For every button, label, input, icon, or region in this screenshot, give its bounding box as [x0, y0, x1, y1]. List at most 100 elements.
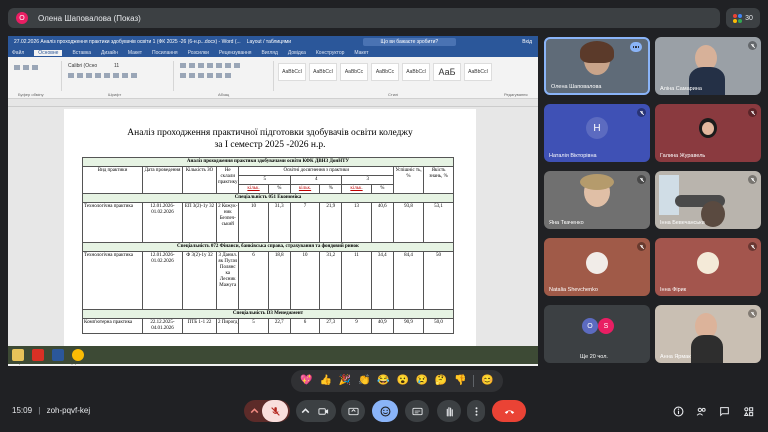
reaction-clap[interactable]: 👏: [358, 376, 370, 386]
clipboard-buttons[interactable]: [14, 65, 38, 70]
presenter-bar[interactable]: О Олена Шаповалова (Показ): [8, 8, 720, 28]
more-options-button[interactable]: [630, 42, 642, 52]
ruler: [8, 99, 538, 107]
separator: |: [38, 406, 41, 415]
row-success: 90,9: [393, 318, 424, 334]
tab-file[interactable]: Файл: [12, 50, 24, 56]
header-count: Кількість ЗО: [182, 166, 217, 194]
acrobat-icon[interactable]: [32, 349, 44, 361]
styles-gallery[interactable]: AaBbCcI AaBbCcI AaBbCc AaBbCc AaBbCcl Аа…: [278, 63, 492, 81]
info-icon[interactable]: [672, 405, 684, 417]
row-quality: 50: [423, 251, 454, 310]
reaction-party[interactable]: 🎉: [339, 376, 351, 386]
word-icon[interactable]: [52, 349, 64, 361]
mic-off-icon: [270, 406, 280, 416]
participant-tile[interactable]: Н Наталія Вікторівна: [544, 104, 650, 162]
tab-mailings[interactable]: Розсилки: [188, 50, 209, 56]
more-vertical-icon: [475, 406, 477, 416]
reaction-thumbs-up[interactable]: 👍: [320, 376, 332, 386]
word-window-title: 27.02.2026 Аналіз проходження практики з…: [14, 39, 241, 45]
participant-avatar: [586, 252, 608, 274]
paragraph-label: Абзац: [218, 92, 230, 97]
participant-tile[interactable]: Natalia Shevchenko: [544, 238, 650, 296]
word-search-box[interactable]: Що ви бажаєте зробити?: [362, 38, 457, 46]
practice-table: Аналіз проходження практики здобувачами …: [82, 157, 454, 334]
document-page[interactable]: Аналіз проходження практичної підготовки…: [64, 109, 476, 357]
tab-table-design[interactable]: Конструктор: [316, 50, 345, 56]
chat-icon[interactable]: [718, 405, 730, 417]
more-participants-tile[interactable]: О S Ще 20 чол.: [544, 305, 650, 363]
hand-icon: [446, 406, 453, 416]
row-q3: 13: [341, 202, 372, 243]
participant-tile[interactable]: Яна Ткаченко: [544, 171, 650, 229]
participant-name: Інна Фірик: [660, 287, 687, 293]
style-emphasis[interactable]: AaBbCcI: [464, 63, 492, 81]
participant-name: Аліна Самарина: [660, 86, 702, 92]
file-explorer-icon[interactable]: [12, 349, 24, 361]
reaction-surprised[interactable]: 😮: [396, 376, 408, 386]
people-icon[interactable]: [695, 405, 707, 417]
row-quality: 53,1: [423, 202, 454, 243]
captions-button[interactable]: [405, 400, 429, 422]
shared-screen: 27.02.2026 Аналіз проходження практики з…: [8, 36, 538, 366]
camera-settings-chevron-icon[interactable]: [298, 406, 312, 417]
participant-tile[interactable]: Анна Ярмак: [655, 305, 761, 363]
participant-tile[interactable]: Олена Шаповалова: [544, 37, 650, 95]
chrome-icon[interactable]: [72, 349, 84, 361]
style-title[interactable]: АаБ: [433, 63, 461, 81]
raise-hand-button[interactable]: [437, 400, 461, 422]
activities-icon[interactable]: [742, 405, 754, 417]
present-button[interactable]: [341, 400, 365, 422]
reaction-heart[interactable]: 💖: [300, 376, 312, 386]
more-options-button[interactable]: [467, 400, 485, 422]
word-signin[interactable]: Вхід: [522, 39, 532, 45]
tab-references[interactable]: Посилання: [152, 50, 178, 56]
people-count-button[interactable]: 30: [726, 8, 760, 28]
font-format-buttons[interactable]: [68, 73, 137, 78]
meeting-info[interactable]: 15:09 | zoh-pqvf-kej: [12, 406, 90, 415]
meeting-code: zoh-pqvf-kej: [46, 406, 91, 415]
tab-table-layout[interactable]: Макет: [354, 50, 368, 56]
tab-view[interactable]: Вигляд: [261, 50, 277, 56]
tab-home[interactable]: Основне: [34, 49, 63, 56]
style-subtitle[interactable]: AaBbCcl: [402, 63, 430, 81]
style-normal[interactable]: AaBbCcI: [278, 63, 306, 81]
mic-off-icon: [748, 242, 757, 251]
header-levels: Освітні досягнення з практики: [238, 166, 394, 176]
word-context-label: Layout / таблицями: [246, 39, 292, 45]
tab-layout[interactable]: Макет: [128, 50, 142, 56]
style-no-spacing[interactable]: AaBbCcI: [309, 63, 337, 81]
alignment-buttons[interactable]: [180, 73, 231, 78]
mic-toggle-button[interactable]: [262, 400, 288, 422]
font-size[interactable]: 11: [114, 63, 119, 69]
leave-call-button[interactable]: [492, 400, 526, 422]
style-heading-1[interactable]: AaBbCc: [340, 63, 368, 81]
row-q4: 7: [289, 202, 321, 243]
reaction-thinking[interactable]: 🤔: [435, 376, 447, 386]
tab-design[interactable]: Дизайн: [101, 50, 118, 56]
reaction-thumbs-down[interactable]: 👎: [454, 376, 466, 386]
reaction-sad[interactable]: 😢: [416, 376, 428, 386]
participant-tile[interactable]: Інна Бевечанська: [655, 171, 761, 229]
reaction-laugh[interactable]: 😂: [377, 376, 389, 386]
audio-settings-chevron-icon[interactable]: [246, 406, 262, 417]
section-title: Спеціальність 072 Фінанси, банківська сп…: [82, 242, 454, 252]
reaction-emoji-picker[interactable]: 😊: [481, 376, 493, 386]
mic-off-icon: [637, 242, 646, 251]
style-heading-2[interactable]: AaBbCc: [371, 63, 399, 81]
camera-toggle-button[interactable]: [312, 406, 334, 417]
participant-tile[interactable]: Галина Журавель: [655, 104, 761, 162]
participant-face: [702, 122, 714, 135]
header-pct-5: %: [267, 184, 291, 194]
participant-name: Галина Журавель: [660, 153, 706, 159]
tab-insert[interactable]: Вставка: [72, 50, 91, 56]
paragraph-buttons[interactable]: [180, 63, 240, 68]
tab-help[interactable]: Довідка: [288, 50, 306, 56]
reactions-button[interactable]: [372, 400, 398, 422]
participant-tile[interactable]: Інна Фірик: [655, 238, 761, 296]
font-name[interactable]: Calibri (Осно: [68, 63, 97, 69]
row-dates: 12.01.2026-01.02.2026: [142, 202, 183, 243]
participant-tile[interactable]: Аліна Самарина: [655, 37, 761, 95]
row-q3: 11: [341, 251, 372, 310]
tab-review[interactable]: Рецензування: [219, 50, 252, 56]
